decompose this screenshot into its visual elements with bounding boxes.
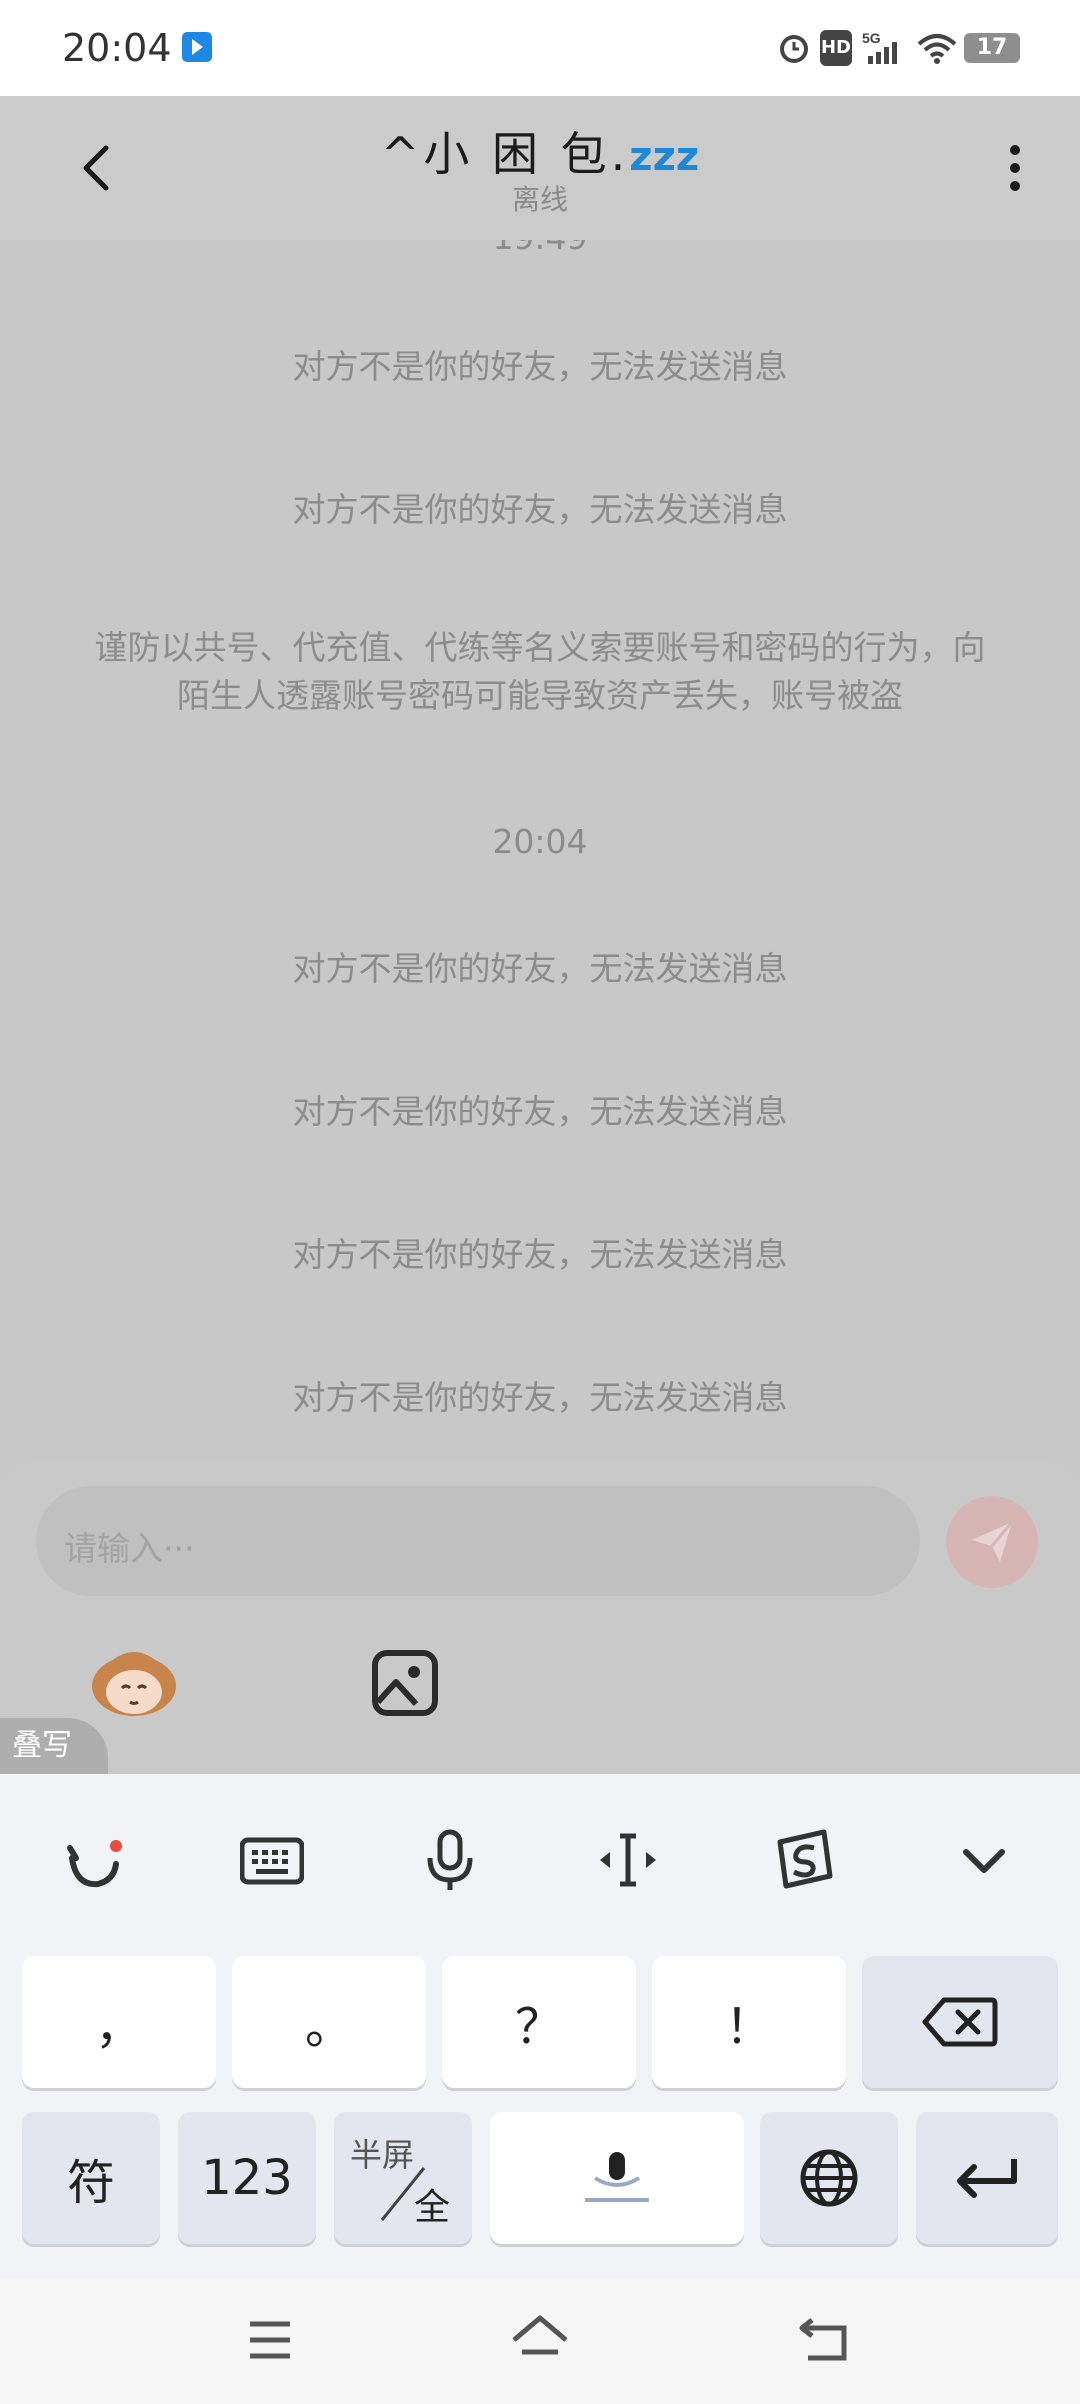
send-button[interactable]	[946, 1496, 1038, 1588]
space-voice-icon	[585, 2152, 649, 2202]
system-notice: 对方不是你的好友，无法发送消息	[292, 1235, 788, 1274]
home-icon[interactable]	[510, 2314, 570, 2366]
collapse-keyboard-icon[interactable]	[952, 1828, 1016, 1892]
more-options-icon[interactable]	[1000, 140, 1030, 196]
globe-icon	[800, 2149, 858, 2207]
key-period[interactable]: 。	[232, 1956, 426, 2088]
chat-title-text: ^小 困 包.	[380, 127, 630, 181]
system-notice: 对方不是你的好友，无法发送消息	[292, 1378, 788, 1417]
back-nav-icon[interactable]	[798, 2314, 850, 2364]
sleep-zzz-icon: zzz	[629, 134, 700, 180]
symbols-key[interactable]: 符	[22, 2112, 160, 2244]
system-notice: 对方不是你的好友，无法发送消息	[292, 949, 788, 988]
enter-arrow-icon	[957, 2159, 1017, 2198]
chat-title: ^小 困 包.zzz	[0, 118, 1080, 184]
emoji-icon[interactable]	[62, 1828, 126, 1892]
system-notice: 对方不是你的好友，无法发送消息	[292, 347, 788, 386]
status-time: 20:04	[62, 26, 172, 70]
alarm-icon	[780, 35, 808, 63]
message-list: 19:49 对方不是你的好友，无法发送消息 对方不是你的好友，无法发送消息 谨防…	[0, 240, 1080, 1460]
numbers-key[interactable]: 123	[178, 2112, 316, 2244]
sticker-avatar-icon[interactable]	[88, 1644, 180, 1718]
overwrite-tag[interactable]: 叠写	[0, 1718, 108, 1774]
system-notice: 对方不是你的好友，无法发送消息	[292, 490, 788, 529]
cursor-icon[interactable]	[596, 1828, 660, 1892]
keyboard-icon[interactable]	[240, 1828, 304, 1892]
language-key[interactable]	[760, 2112, 898, 2244]
menu-icon[interactable]	[246, 2318, 294, 2362]
message-timestamp: 20:04	[492, 822, 588, 861]
system-notice: 对方不是你的好友，无法发送消息	[292, 1092, 788, 1131]
hd-icon: HD	[820, 30, 852, 66]
image-picker-icon[interactable]	[370, 1648, 440, 1718]
key-exclamation[interactable]: ！	[652, 1956, 846, 2088]
security-warning: 谨防以共号、代充值、代练等名义索要账号和密码的行为，向陌生人透露账号密码可能导致…	[94, 628, 986, 715]
backspace-key[interactable]	[862, 1956, 1058, 2088]
network-label: 5G	[862, 30, 881, 46]
message-timestamp: 19:49	[0, 240, 1080, 257]
app-notification-icon	[182, 32, 212, 62]
message-input-placeholder: 请输入···	[64, 1529, 195, 1568]
send-icon	[972, 1521, 1014, 1562]
signal-icon: 5G	[862, 30, 897, 64]
online-status: 离线	[511, 183, 568, 216]
enter-key[interactable]	[916, 2112, 1058, 2244]
microphone-icon[interactable]	[418, 1828, 482, 1892]
key-comma[interactable]: ，	[22, 1956, 216, 2088]
battery-icon: 17	[964, 33, 1020, 63]
wifi-icon	[917, 34, 957, 64]
key-question[interactable]: ？	[442, 1956, 636, 2088]
skin-icon[interactable]	[772, 1828, 836, 1892]
full-width-label: 全	[414, 2187, 451, 2228]
space-key[interactable]	[490, 2112, 744, 2244]
half-full-width-key[interactable]: 半屏 全	[334, 2112, 472, 2244]
backspace-icon	[922, 1997, 998, 2047]
